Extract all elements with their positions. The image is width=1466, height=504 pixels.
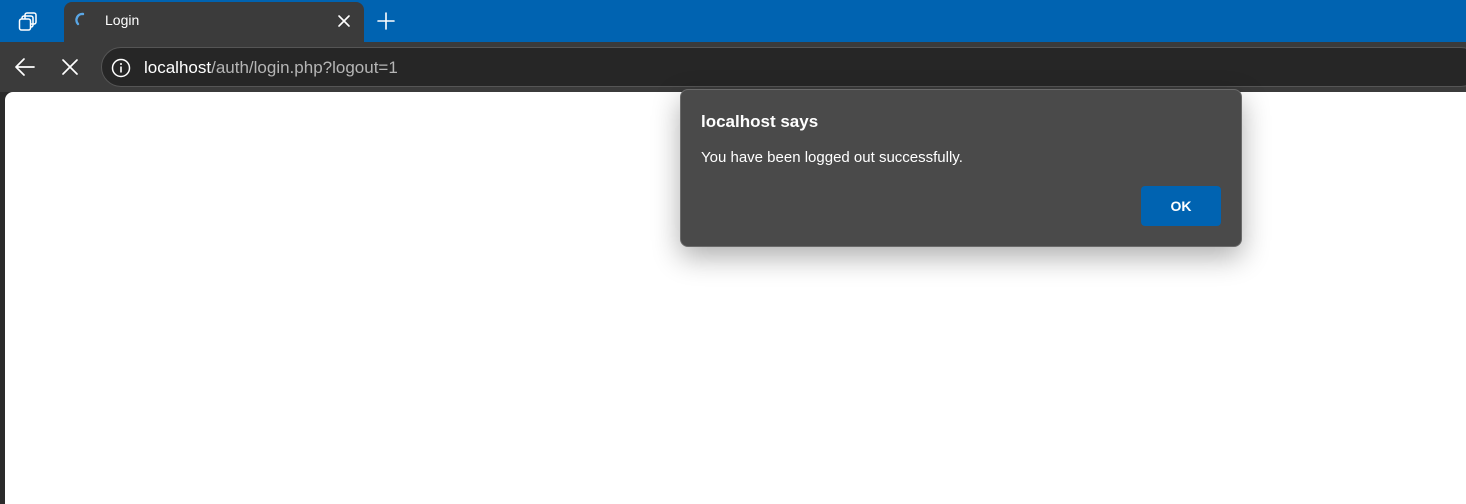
close-icon xyxy=(338,15,350,27)
url-text[interactable]: localhost/auth/login.php?logout=1 xyxy=(144,58,398,78)
tab-strip: Login xyxy=(0,0,1466,42)
ok-button[interactable]: OK xyxy=(1141,186,1221,226)
browser-toolbar: localhost/auth/login.php?logout=1 xyxy=(0,42,1466,92)
tab-close-button[interactable] xyxy=(334,11,354,31)
url-path: /auth/login.php?logout=1 xyxy=(211,58,398,77)
stop-button[interactable] xyxy=(57,54,83,80)
browser-tab[interactable]: Login xyxy=(64,2,364,42)
stop-loading-icon xyxy=(62,59,78,75)
workspaces-icon xyxy=(18,12,37,31)
address-bar[interactable]: localhost/auth/login.php?logout=1 xyxy=(101,47,1466,87)
dialog-title: localhost says xyxy=(701,112,819,131)
info-icon[interactable] xyxy=(110,57,132,79)
alert-dialog: localhost says You have been logged out … xyxy=(680,89,1242,247)
new-tab-button[interactable] xyxy=(373,8,399,34)
url-host: localhost xyxy=(144,58,212,77)
dialog-message: You have been logged out successfully. xyxy=(701,149,963,166)
loading-spinner-icon xyxy=(75,12,85,26)
plus-icon xyxy=(377,12,395,30)
back-arrow-icon xyxy=(15,58,35,76)
workspaces-button[interactable] xyxy=(14,7,44,35)
tab-title: Login xyxy=(105,12,140,28)
back-button[interactable] xyxy=(12,54,38,80)
